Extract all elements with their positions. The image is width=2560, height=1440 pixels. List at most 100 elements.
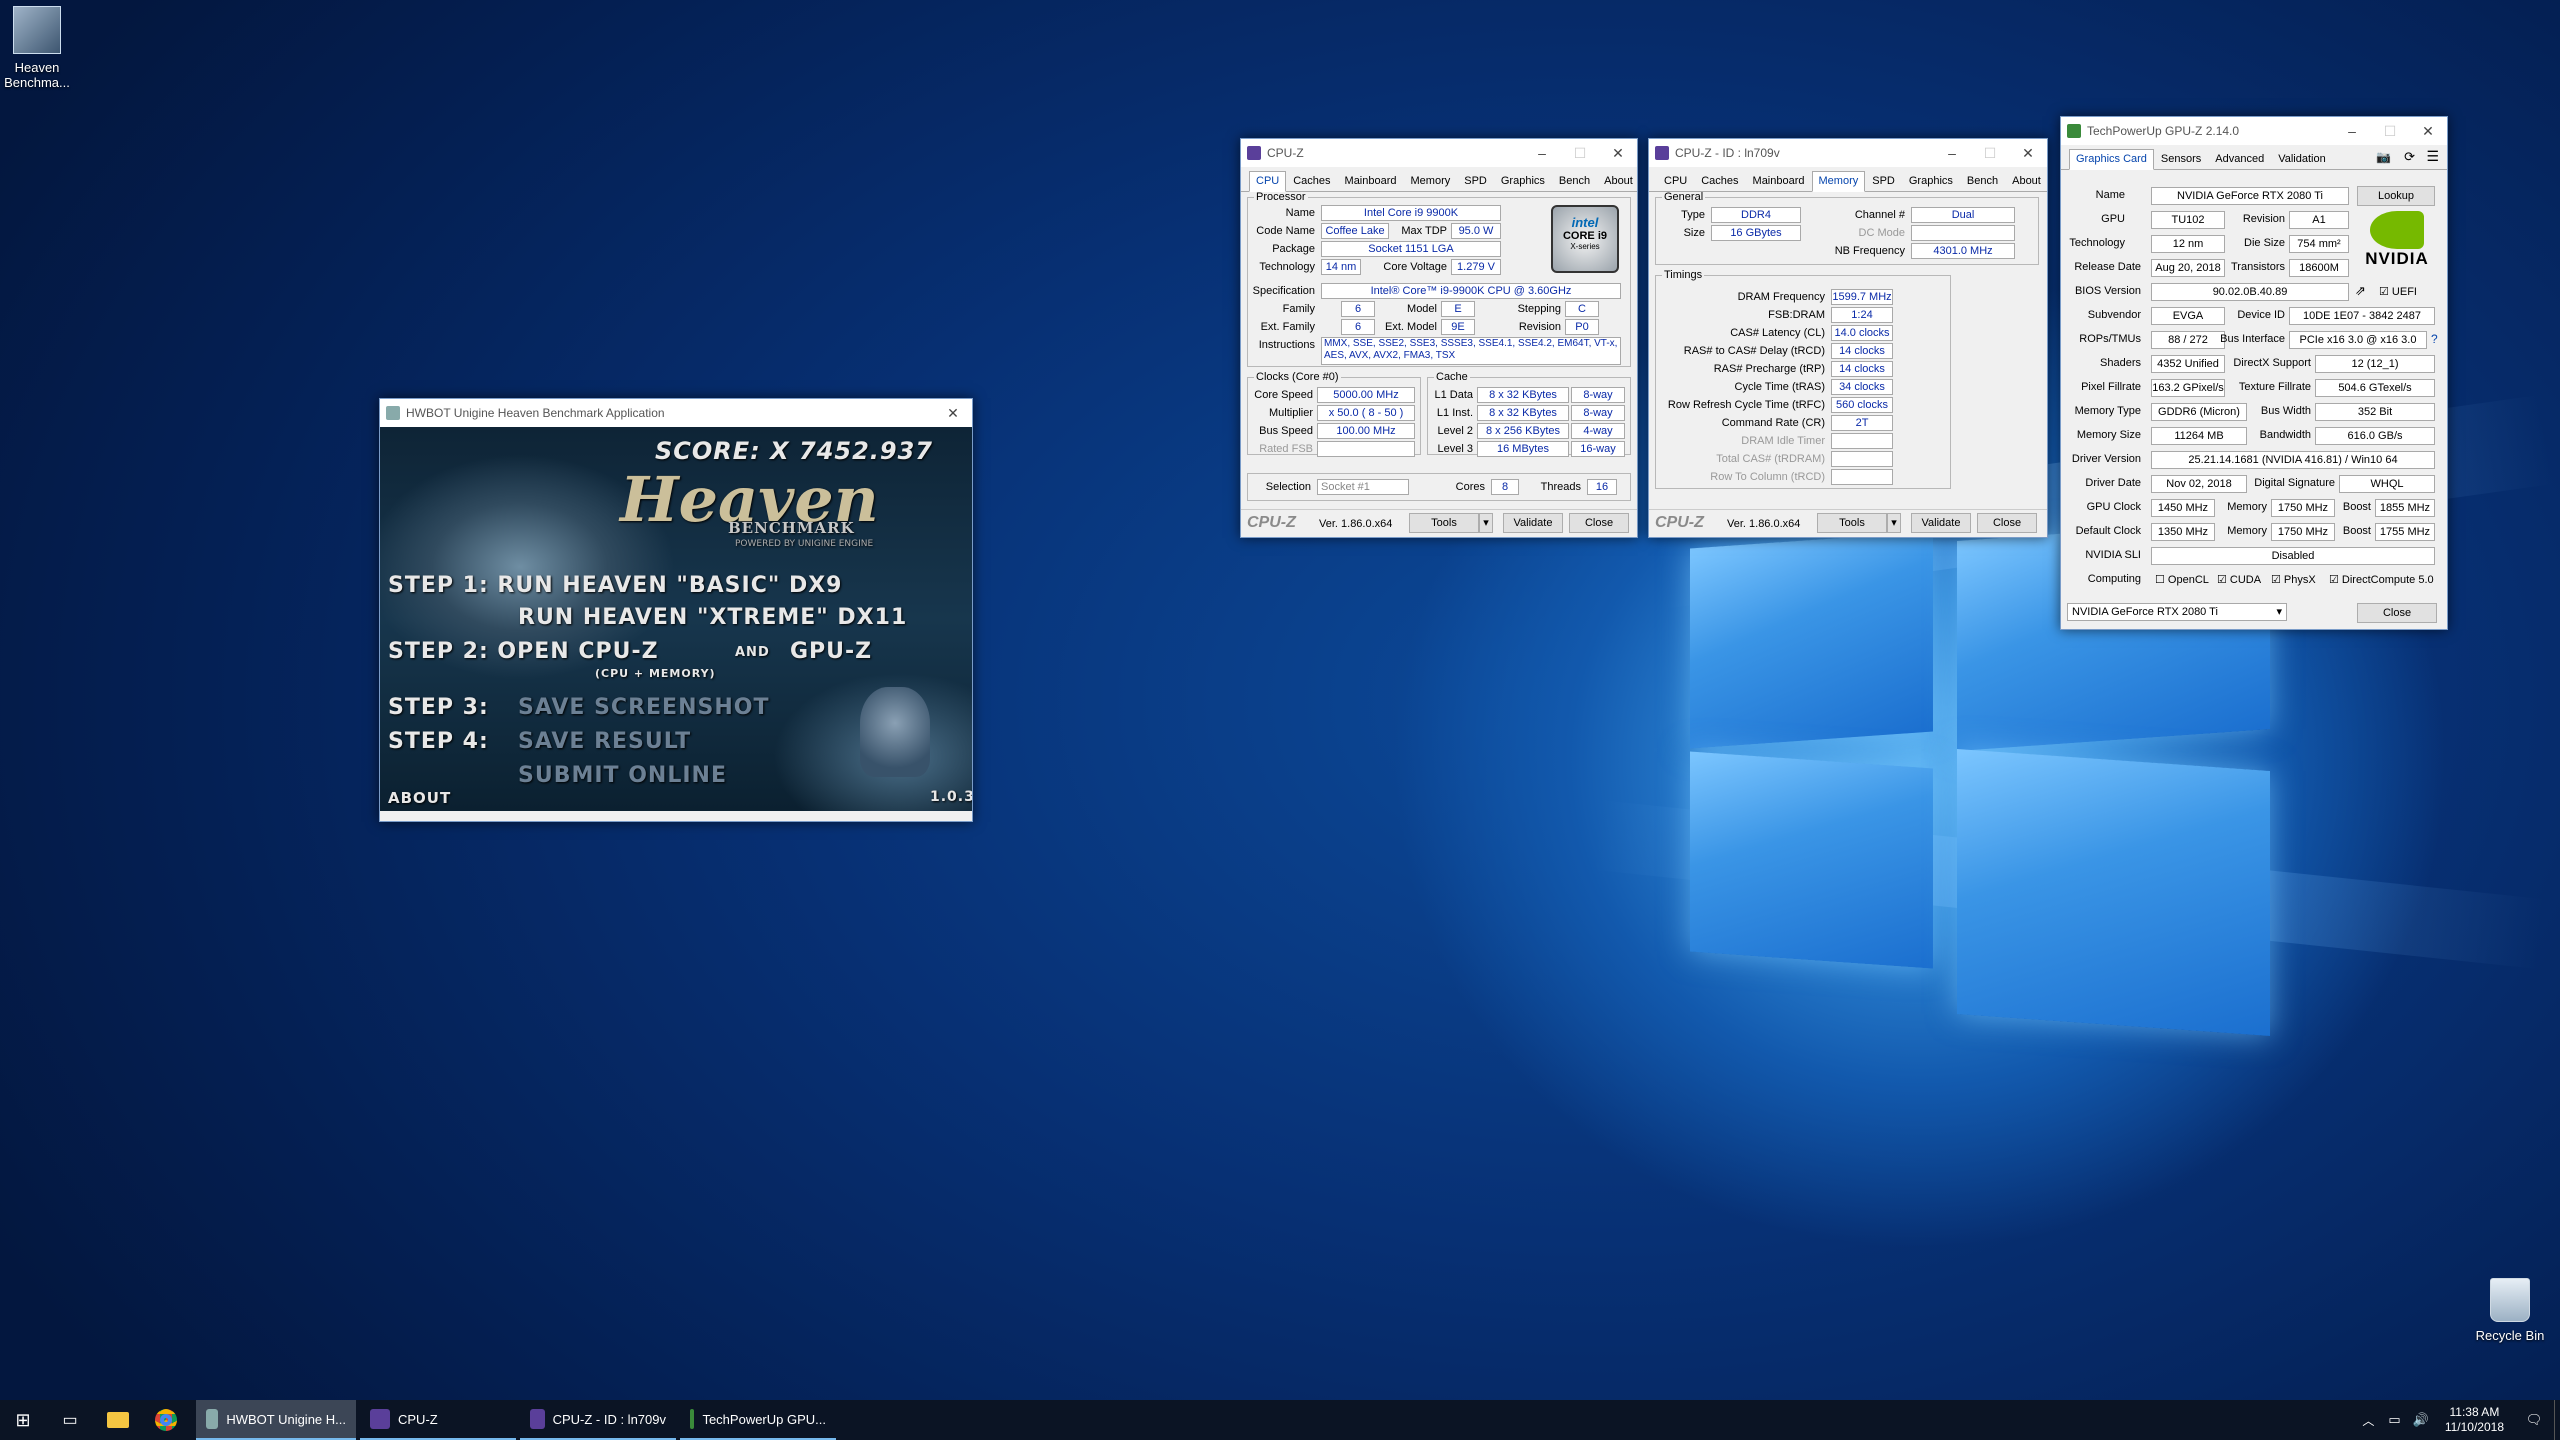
step1-basic-link[interactable]: STEP 1: RUN HEAVEN "BASIC" DX9 (388, 573, 843, 598)
menu-icon[interactable]: ☰ (2426, 148, 2439, 165)
tab-memory[interactable]: Memory (1404, 171, 1458, 191)
tab-cpu[interactable]: CPU (1249, 171, 1287, 192)
field-label: Code Name (1256, 225, 1315, 237)
network-icon[interactable]: ▭ (2382, 1400, 2406, 1440)
tab-advanced[interactable]: Advanced (2208, 149, 2271, 169)
field-label: Driver Date (2085, 477, 2141, 489)
title-bar[interactable]: CPU-Z – ☐ ✕ (1241, 139, 1637, 167)
clock[interactable]: 11:38 AM 11/10/2018 (2435, 1400, 2514, 1440)
cuda-checkbox[interactable]: ☑ CUDA (2217, 573, 2261, 586)
start-button[interactable]: ⊞ (0, 1400, 46, 1440)
nvidia-wordmark: NVIDIA (2365, 249, 2429, 268)
step4-save-result-link[interactable]: SAVE RESULT (518, 729, 691, 754)
tab-caches[interactable]: Caches (1286, 171, 1337, 191)
gpu-select[interactable]: NVIDIA GeForce RTX 2080 Ti ▾ (2067, 603, 2287, 621)
tab-bench[interactable]: Bench (1960, 171, 2005, 191)
tab-cpu[interactable]: CPU (1657, 171, 1694, 191)
title-bar[interactable]: CPU-Z - ID : ln709v – ☐ ✕ (1649, 139, 2047, 167)
close-icon[interactable]: ✕ (934, 399, 972, 427)
volume-icon[interactable]: 🔊 (2407, 1400, 2435, 1440)
version-label: 1.0.3 (930, 789, 972, 805)
cpuz-window[interactable]: CPU-Z – ☐ ✕ CPU Caches Mainboard Memory SP… (1240, 138, 1638, 538)
refresh-icon[interactable]: ⟳ (2404, 149, 2415, 165)
submit-online-link[interactable]: SUBMIT ONLINE (518, 763, 727, 788)
chrome-button[interactable] (142, 1400, 190, 1440)
camera-icon[interactable]: 📷 (2376, 150, 2391, 164)
taskbar-app-label: CPU-Z - ID : ln709v (552, 1411, 666, 1427)
tab-mainboard[interactable]: Mainboard (1746, 171, 1812, 191)
help-icon[interactable]: ? (2431, 332, 2438, 346)
step3-screenshot-link[interactable]: SAVE SCREENSHOT (518, 695, 769, 720)
tab-mainboard[interactable]: Mainboard (1338, 171, 1404, 191)
version-label: Ver. 1.86.0.x64 (1319, 518, 1393, 530)
directcompute-checkbox[interactable]: ☑ DirectCompute 5.0 (2329, 573, 2434, 586)
tab-about[interactable]: About (2005, 171, 2048, 191)
share-icon[interactable]: ⇗ (2355, 283, 2366, 299)
maximize-icon[interactable]: ☐ (1561, 139, 1599, 167)
close-icon[interactable]: ✕ (2409, 117, 2447, 145)
taskbar-app-cpuz[interactable]: CPU-Z (360, 1400, 516, 1440)
heaven-window[interactable]: HWBOT Unigine Heaven Benchmark Applicati… (379, 398, 973, 822)
step2-cpuz-link[interactable]: STEP 2: OPEN CPU-Z (388, 639, 659, 664)
minimize-icon[interactable]: – (1523, 139, 1561, 167)
minimize-icon[interactable]: – (2333, 117, 2371, 145)
show-hidden-icons-button[interactable]: ︿ (2354, 1400, 2382, 1440)
tab-spd[interactable]: SPD (1865, 171, 1902, 191)
ext-model-value: 9E (1441, 319, 1475, 335)
tab-graphics[interactable]: Graphics (1494, 171, 1552, 191)
timing-value: 34 clocks (1831, 379, 1893, 395)
close-icon[interactable]: ✕ (1599, 139, 1637, 167)
desktop-icon-recycle-bin[interactable]: Recycle Bin (2465, 1278, 2555, 1343)
tab-bar: Graphics Card Sensors Advanced Validatio… (2061, 145, 2447, 170)
tab-memory[interactable]: Memory (1811, 171, 1866, 192)
max-tdp-value: 95.0 W (1451, 223, 1501, 239)
taskbar-app-label: TechPowerUp GPU... (702, 1411, 826, 1427)
about-link[interactable]: ABOUT (388, 789, 451, 807)
channel-value: Dual (1911, 207, 2015, 223)
step2-gpuz-link[interactable]: GPU-Z (790, 639, 872, 664)
opencl-checkbox[interactable]: ☐ OpenCL (2155, 573, 2209, 586)
tab-about[interactable]: About (1597, 171, 1640, 191)
gpuz-window[interactable]: TechPowerUp GPU-Z 2.14.0 – ☐ ✕ Graphics Ca… (2060, 116, 2448, 630)
socket-select[interactable]: Socket #1 (1317, 479, 1409, 495)
close-button[interactable]: Close (2357, 603, 2437, 623)
tools-button[interactable]: Tools (1409, 513, 1479, 533)
taskbar-app-cpuz-memory[interactable]: CPU-Z - ID : ln709v (520, 1400, 676, 1440)
timing-value: 14 clocks (1831, 361, 1893, 377)
task-view-button[interactable]: ▭ (46, 1400, 94, 1440)
maximize-icon[interactable]: ☐ (1971, 139, 2009, 167)
tab-graphics[interactable]: Graphics (1902, 171, 1960, 191)
taskbar-app-heaven[interactable]: HWBOT Unigine H... (196, 1400, 356, 1440)
tab-graphics-card[interactable]: Graphics Card (2069, 149, 2154, 170)
tab-sensors[interactable]: Sensors (2154, 149, 2208, 169)
close-button[interactable]: Close (1569, 513, 1629, 533)
desktop-icon-heaven[interactable]: Heaven Benchma... (0, 6, 82, 90)
action-center-button[interactable]: 🗨 (2514, 1400, 2554, 1440)
title-bar[interactable]: TechPowerUp GPU-Z 2.14.0 – ☐ ✕ (2061, 117, 2447, 145)
uefi-checkbox[interactable]: ☑ UEFI (2379, 285, 2417, 298)
tab-validation[interactable]: Validation (2271, 149, 2333, 169)
physx-checkbox[interactable]: ☑ PhysX (2271, 573, 2316, 586)
lookup-button[interactable]: Lookup (2357, 186, 2435, 206)
step4-label: STEP 4: (388, 729, 489, 754)
tab-caches[interactable]: Caches (1694, 171, 1745, 191)
validate-button[interactable]: Validate (1911, 513, 1971, 533)
close-button[interactable]: Close (1977, 513, 2037, 533)
taskbar-app-gpuz[interactable]: TechPowerUp GPU... (680, 1400, 836, 1440)
maximize-icon[interactable]: ☐ (2371, 117, 2409, 145)
tools-dropdown-icon[interactable]: ▾ (1479, 513, 1493, 533)
title-bar[interactable]: HWBOT Unigine Heaven Benchmark Applicati… (380, 399, 972, 427)
file-explorer-button[interactable] (94, 1400, 142, 1440)
tools-button[interactable]: Tools (1817, 513, 1887, 533)
cpuz-memory-window[interactable]: CPU-Z - ID : ln709v – ☐ ✕ CPU Caches Mainb… (1648, 138, 2048, 538)
heaven-canvas: SCORE: X 7452.937 Heaven BENCHMARK POWER… (380, 427, 972, 811)
validate-button[interactable]: Validate (1503, 513, 1563, 533)
tab-bench[interactable]: Bench (1552, 171, 1597, 191)
minimize-icon[interactable]: – (1933, 139, 1971, 167)
gpu-clock-value: 1450 MHz (2151, 499, 2215, 517)
close-icon[interactable]: ✕ (2009, 139, 2047, 167)
show-desktop-button[interactable] (2554, 1400, 2560, 1440)
step1-xtreme-link[interactable]: RUN HEAVEN "XTREME" DX11 (518, 605, 907, 630)
tab-spd[interactable]: SPD (1457, 171, 1494, 191)
tools-dropdown-icon[interactable]: ▾ (1887, 513, 1901, 533)
